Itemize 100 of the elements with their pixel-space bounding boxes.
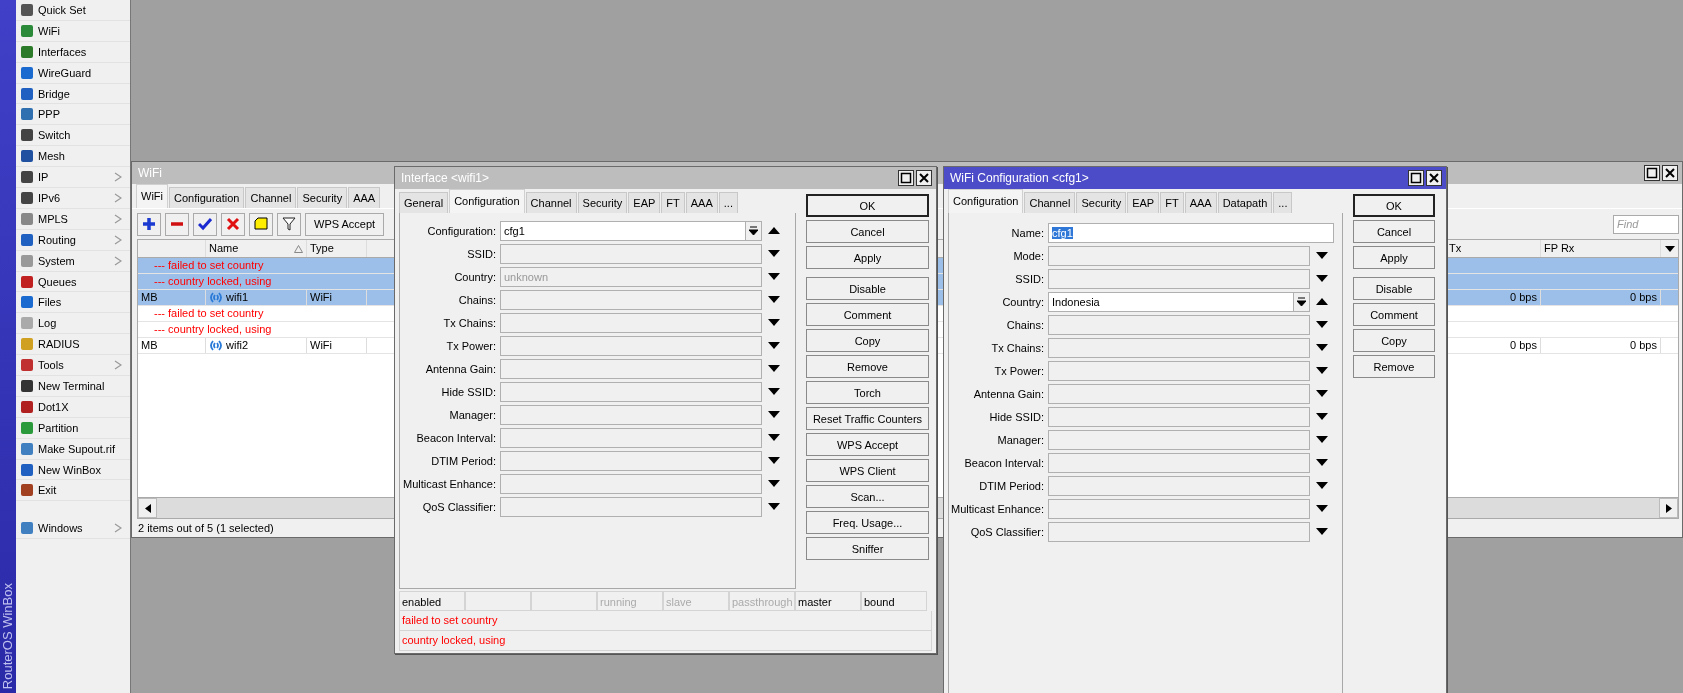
- down-triangle-icon[interactable]: [768, 388, 780, 395]
- tab[interactable]: Configuration: [449, 189, 525, 213]
- menu-item[interactable]: Files: [16, 292, 130, 314]
- menu-item[interactable]: Make Supout.rif: [16, 438, 130, 460]
- minus-button[interactable]: [165, 212, 189, 236]
- dialog-button[interactable]: WPS Accept: [806, 433, 929, 456]
- dialog-button[interactable]: Sniffer: [806, 537, 929, 560]
- tab[interactable]: Security: [577, 192, 628, 213]
- dialog-button[interactable]: Copy: [806, 329, 929, 352]
- combo-field[interactable]: cfg1: [500, 220, 762, 241]
- check-button[interactable]: [193, 212, 217, 236]
- dialog-button[interactable]: OK: [806, 194, 929, 217]
- dropdown-button[interactable]: [745, 221, 761, 240]
- tab[interactable]: Security: [297, 187, 348, 208]
- dialog-button[interactable]: WPS Client: [806, 459, 929, 482]
- dropdown-button[interactable]: [1293, 292, 1309, 311]
- down-triangle-icon[interactable]: [1316, 252, 1328, 259]
- dropdown-field[interactable]: [1048, 268, 1310, 289]
- down-triangle-icon[interactable]: [1316, 459, 1328, 466]
- dialog-button[interactable]: Apply: [1353, 246, 1435, 269]
- maximize-icon[interactable]: [1644, 165, 1660, 181]
- dropdown-field[interactable]: [500, 404, 762, 425]
- dialog-button[interactable]: Scan...: [806, 485, 929, 508]
- menu-item[interactable]: IPv6: [16, 188, 130, 209]
- tab[interactable]: Security: [1076, 192, 1127, 213]
- down-triangle-icon[interactable]: [768, 342, 780, 349]
- dropdown-field[interactable]: [500, 312, 762, 333]
- down-triangle-icon[interactable]: [768, 319, 780, 326]
- down-triangle-icon[interactable]: [768, 411, 780, 418]
- tab[interactable]: EAP: [628, 192, 661, 213]
- down-triangle-icon[interactable]: [1316, 321, 1328, 328]
- dialog-button[interactable]: Copy: [1353, 329, 1435, 352]
- down-triangle-icon[interactable]: [768, 250, 780, 257]
- dropdown-field[interactable]: [1048, 429, 1310, 450]
- tab[interactable]: Configuration: [948, 189, 1024, 213]
- dropdown-field[interactable]: [1048, 498, 1310, 519]
- dialog-button[interactable]: Torch: [806, 381, 929, 404]
- menu-item[interactable]: WiFi: [16, 20, 130, 42]
- dropdown-field[interactable]: [1048, 360, 1310, 381]
- down-triangle-icon[interactable]: [768, 434, 780, 441]
- down-triangle-icon[interactable]: [768, 480, 780, 487]
- dropdown-field[interactable]: [500, 243, 762, 264]
- dropdown-field[interactable]: [500, 289, 762, 310]
- cross-button[interactable]: [221, 212, 245, 236]
- dropdown-field[interactable]: [500, 427, 762, 448]
- down-triangle-icon[interactable]: [768, 296, 780, 303]
- tab[interactable]: FT: [661, 192, 685, 213]
- dropdown-field[interactable]: [1048, 383, 1310, 404]
- dropdown-field[interactable]: [500, 381, 762, 402]
- menu-item[interactable]: Log: [16, 313, 130, 335]
- dropdown-field[interactable]: [1048, 452, 1310, 473]
- plus-button[interactable]: [137, 212, 161, 236]
- menu-item[interactable]: IP: [16, 167, 130, 188]
- down-triangle-icon[interactable]: [1316, 413, 1328, 420]
- note-button[interactable]: [249, 212, 273, 236]
- down-triangle-icon[interactable]: [1316, 275, 1328, 282]
- dialog-button[interactable]: Cancel: [806, 220, 929, 243]
- dropdown-field[interactable]: [500, 496, 762, 517]
- menu-item[interactable]: System: [16, 250, 130, 272]
- down-triangle-icon[interactable]: [768, 457, 780, 464]
- combo-field[interactable]: Indonesia: [1048, 291, 1310, 312]
- down-triangle-icon[interactable]: [1316, 367, 1328, 374]
- dropdown-field[interactable]: [1048, 475, 1310, 496]
- up-triangle-icon[interactable]: [1316, 298, 1328, 305]
- dialog-button[interactable]: Remove: [1353, 355, 1435, 378]
- tab[interactable]: Channel: [525, 192, 577, 213]
- tab[interactable]: EAP: [1127, 192, 1160, 213]
- tab[interactable]: Channel: [1024, 192, 1076, 213]
- dropdown-field[interactable]: [500, 335, 762, 356]
- dialog-button[interactable]: Freq. Usage...: [806, 511, 929, 534]
- menu-item[interactable]: WireGuard: [16, 62, 130, 84]
- column-header[interactable]: FP Rx: [1541, 240, 1661, 257]
- filter-button[interactable]: [277, 212, 301, 236]
- down-triangle-icon[interactable]: [1316, 528, 1328, 535]
- menu-item[interactable]: Switch: [16, 125, 130, 147]
- down-triangle-icon[interactable]: [1316, 344, 1328, 351]
- dropdown-field[interactable]: [1048, 314, 1310, 335]
- close-icon[interactable]: [916, 170, 932, 186]
- tab[interactable]: FT: [1160, 192, 1184, 213]
- tab[interactable]: AAA: [685, 192, 718, 213]
- dialog-button[interactable]: Reset Traffic Counters: [806, 407, 929, 430]
- down-triangle-icon[interactable]: [1316, 505, 1328, 512]
- tab[interactable]: ...: [1273, 192, 1293, 213]
- menu-item[interactable]: Queues: [16, 271, 130, 293]
- wps-accept-button[interactable]: WPS Accept: [305, 212, 385, 236]
- menu-item[interactable]: RADIUS: [16, 334, 130, 356]
- tab[interactable]: AAA: [1184, 192, 1217, 213]
- tab[interactable]: ...: [718, 192, 738, 213]
- dropdown-field[interactable]: [500, 473, 762, 494]
- menu-item[interactable]: New Terminal: [16, 376, 130, 397]
- find-field[interactable]: Find: [1613, 214, 1679, 234]
- dialog-button[interactable]: Comment: [806, 303, 929, 326]
- dropdown-field[interactable]: [1048, 337, 1310, 358]
- menu-item[interactable]: Interfaces: [16, 41, 130, 63]
- close-icon[interactable]: [1662, 165, 1678, 181]
- menu-item[interactable]: Routing: [16, 229, 130, 251]
- tab[interactable]: AAA: [348, 187, 381, 208]
- dialog-button[interactable]: Cancel: [1353, 220, 1435, 243]
- up-triangle-icon[interactable]: [768, 227, 780, 234]
- down-triangle-icon[interactable]: [1316, 482, 1328, 489]
